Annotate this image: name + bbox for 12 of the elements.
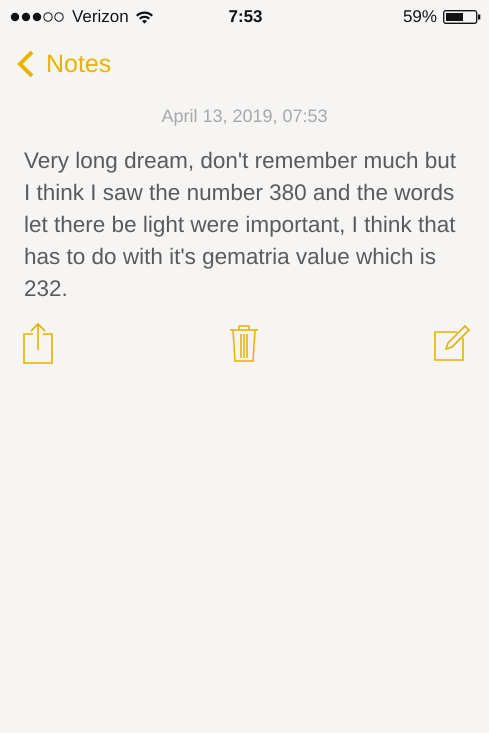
- note-date: April 13, 2019, 07:53: [160, 106, 329, 127]
- compose-button[interactable]: [433, 324, 471, 362]
- share-button[interactable]: [22, 322, 54, 364]
- signal-icon: [10, 12, 66, 22]
- battery-icon: [443, 10, 481, 24]
- note-text[interactable]: Very long dream, don't remember much but I think I saw the number 380 and the words let there be light were important, I think that has to do with it's gematria value which is 232.: [24, 145, 464, 305]
- battery-percent: 59%: [402, 7, 437, 27]
- carrier-name: Verizon: [72, 7, 129, 27]
- delete-button[interactable]: [228, 323, 258, 363]
- clock-time: 7:53: [228, 7, 263, 27]
- back-chevron-icon: [16, 49, 36, 79]
- wifi-icon: [134, 10, 154, 24]
